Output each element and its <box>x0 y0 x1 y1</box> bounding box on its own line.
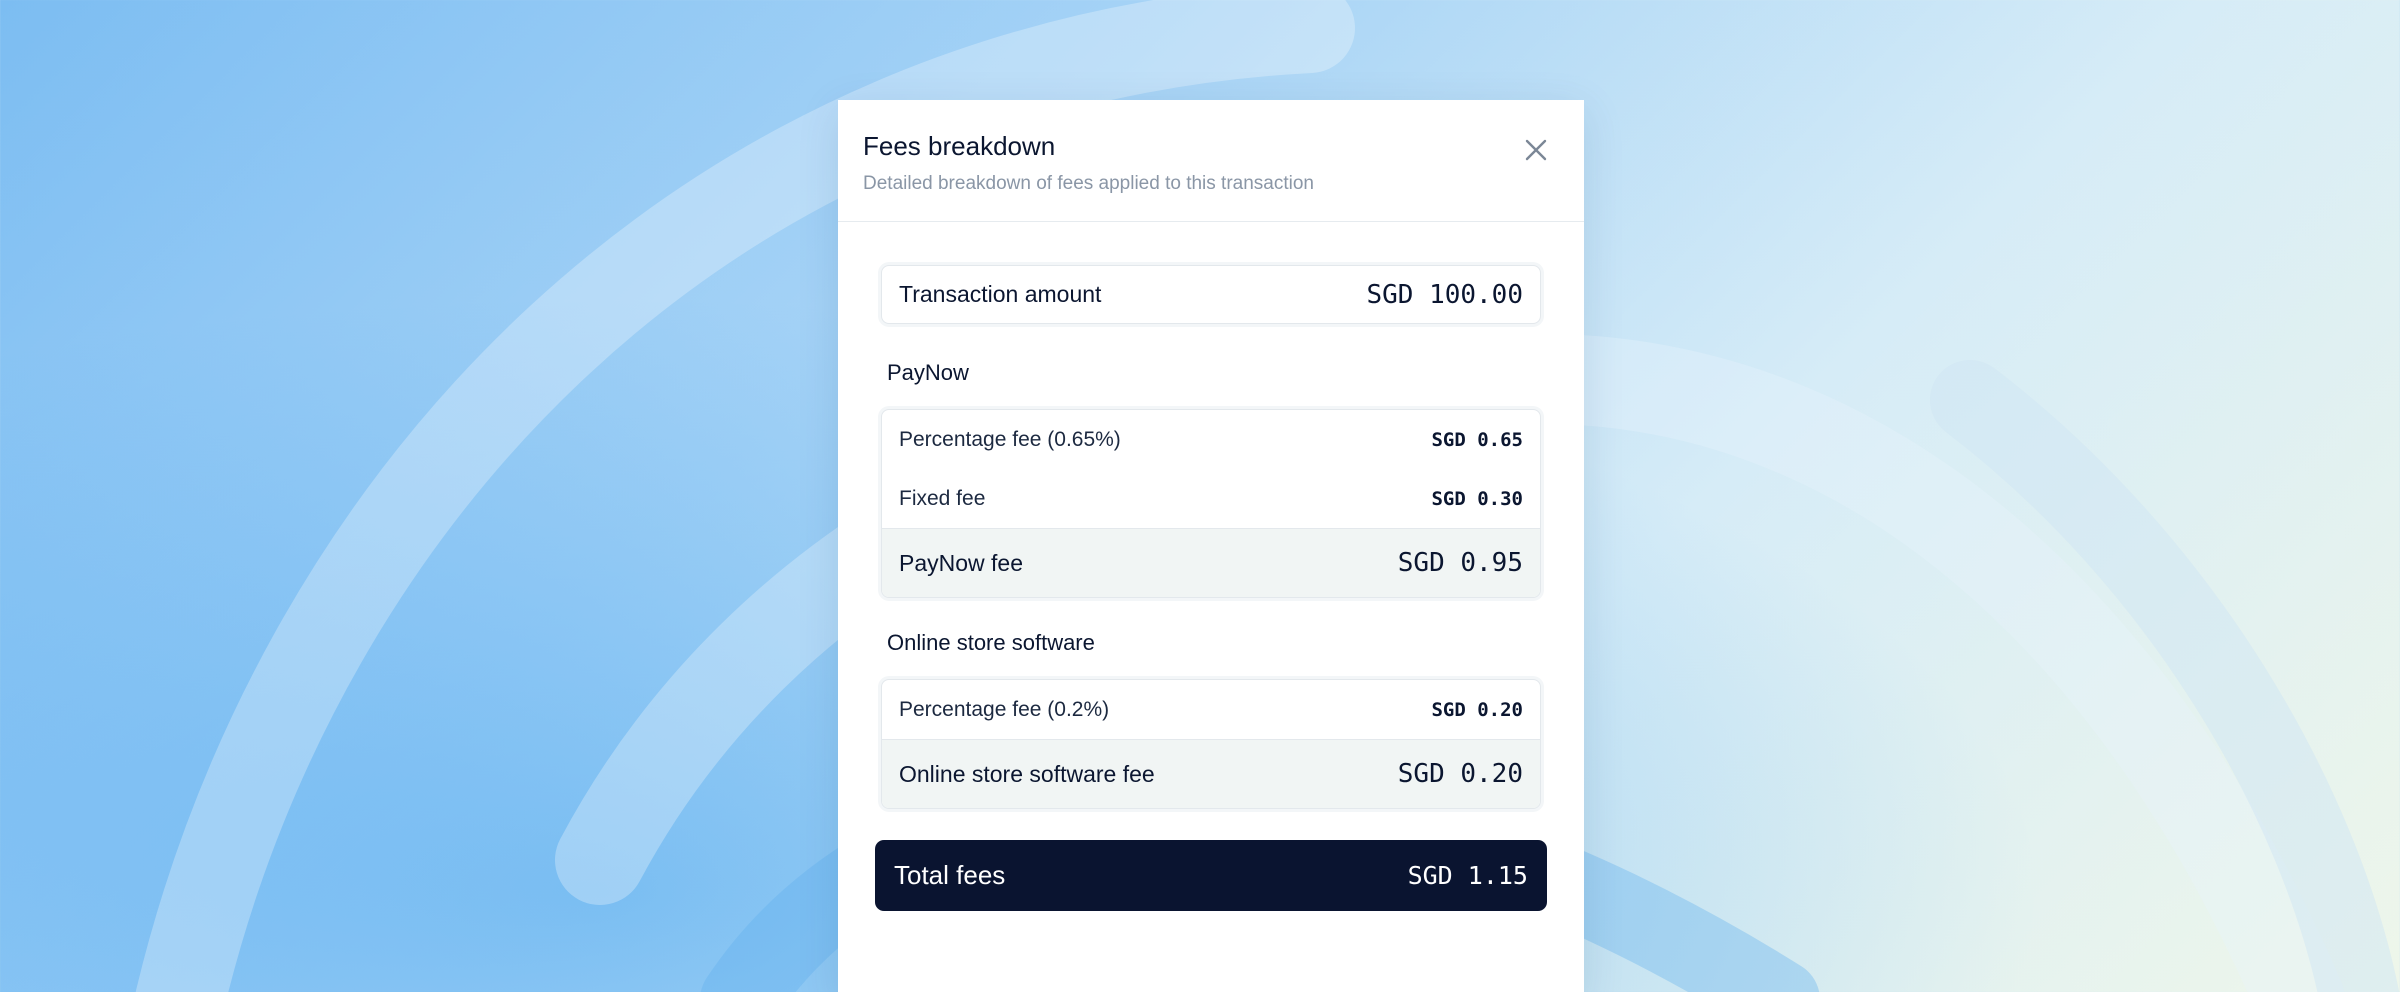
subtotal-value: SGD 0.20 <box>1397 759 1523 789</box>
fee-row: Percentage fee (0.65%) SGD 0.65 <box>882 410 1540 469</box>
dialog-body: Transaction amount SGD 100.00 PayNow Per… <box>838 265 1584 911</box>
fee-row-label: Fixed fee <box>899 486 986 510</box>
close-button[interactable] <box>1518 132 1554 168</box>
transaction-amount-card: Transaction amount SGD 100.00 <box>881 265 1541 324</box>
dialog-header: Fees breakdown Detailed breakdown of fee… <box>838 100 1584 222</box>
transaction-amount-value: SGD 100.00 <box>1366 279 1523 310</box>
transaction-amount-label: Transaction amount <box>899 281 1102 307</box>
fee-row-label: Percentage fee (0.65%) <box>899 427 1121 451</box>
close-icon <box>1525 139 1547 161</box>
fees-breakdown-dialog: Fees breakdown Detailed breakdown of fee… <box>838 100 1584 992</box>
paynow-subtotal-row: PayNow fee SGD 0.95 <box>882 528 1540 597</box>
total-fees-label: Total fees <box>894 860 1006 890</box>
fee-row-value: SGD 0.20 <box>1431 698 1523 721</box>
total-fees-value: SGD 1.15 <box>1407 861 1528 890</box>
subtotal-value: SGD 0.95 <box>1397 548 1523 578</box>
store-section-title: Online store software <box>887 630 1095 655</box>
total-fees-bar: Total fees SGD 1.15 <box>875 840 1547 911</box>
fee-row-label: Percentage fee (0.2%) <box>899 697 1110 721</box>
paynow-section-title: PayNow <box>887 360 969 385</box>
subtotal-label: Online store software fee <box>899 760 1155 787</box>
subtotal-label: PayNow fee <box>899 549 1024 576</box>
paynow-fee-card: Percentage fee (0.65%) SGD 0.65 Fixed fe… <box>881 409 1541 598</box>
dialog-subtitle: Detailed breakdown of fees applied to th… <box>863 173 1314 194</box>
store-subtotal-row: Online store software fee SGD 0.20 <box>882 739 1540 808</box>
fee-row: Fixed fee SGD 0.30 <box>882 469 1540 528</box>
store-fee-card: Percentage fee (0.2%) SGD 0.20 Online st… <box>881 679 1541 809</box>
fee-row-value: SGD 0.65 <box>1431 428 1523 451</box>
dialog-title: Fees breakdown <box>863 131 1056 161</box>
fee-row-value: SGD 0.30 <box>1431 487 1523 510</box>
fee-row: Percentage fee (0.2%) SGD 0.20 <box>882 680 1540 739</box>
